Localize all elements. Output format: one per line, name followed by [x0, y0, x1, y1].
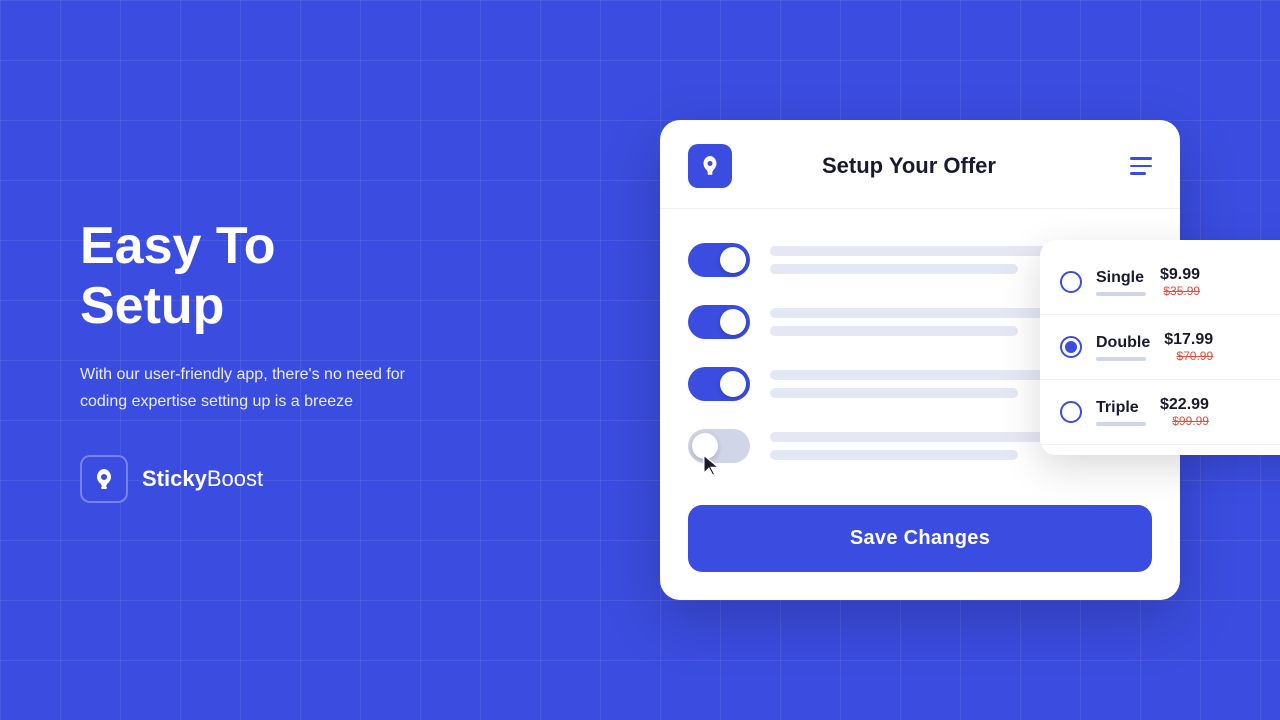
pricing-label-triple: Triple: [1096, 399, 1146, 426]
brand-name: StickyBoost: [142, 466, 263, 492]
pricing-sublabel: [1096, 422, 1146, 426]
placeholder-line: [770, 264, 1018, 274]
toggle-2[interactable]: [688, 305, 750, 339]
toggle-thumb-3: [720, 371, 746, 397]
radio-single: [1060, 271, 1082, 293]
save-changes-button[interactable]: Save Changes: [688, 505, 1152, 572]
pricing-sublabel: [1096, 357, 1146, 361]
brand-row: StickyBoost: [80, 455, 420, 503]
pricing-label-double: Double: [1096, 334, 1150, 361]
menu-line-1: [1130, 157, 1152, 160]
toggle-1[interactable]: [688, 243, 750, 277]
card-header: Setup Your Offer: [660, 120, 1180, 209]
radio-inner-double: [1065, 341, 1077, 353]
placeholder-line: [770, 388, 1018, 398]
placeholder-line: [770, 326, 1018, 336]
hero-desc: With our user-friendly app, there's no n…: [80, 361, 420, 415]
left-section: Easy ToSetup With our user-friendly app,…: [80, 217, 420, 503]
pricing-price-triple: $22.99 $99.99: [1160, 396, 1209, 428]
radio-triple: [1060, 401, 1082, 423]
brand-icon: [80, 455, 128, 503]
hero-title: Easy ToSetup: [80, 217, 420, 337]
toggle-thumb-2: [720, 309, 746, 335]
pricing-price-single: $9.99 $35.99: [1160, 266, 1200, 298]
card-title: Setup Your Offer: [732, 153, 1086, 179]
pricing-item-double[interactable]: Double $17.99 $70.99: [1040, 315, 1280, 380]
toggle-thumb-1: [720, 247, 746, 273]
pricing-item-triple[interactable]: Triple $22.99 $99.99: [1040, 380, 1280, 445]
app-logo: [688, 144, 732, 188]
menu-line-3: [1130, 172, 1146, 175]
menu-line-2: [1130, 165, 1152, 168]
toggle-thumb-4: [692, 433, 718, 459]
menu-button[interactable]: [1130, 157, 1152, 175]
toggle-4[interactable]: [688, 429, 750, 463]
toggle-3[interactable]: [688, 367, 750, 401]
pricing-sublabel: [1096, 292, 1146, 296]
pricing-label-single: Single: [1096, 269, 1146, 296]
radio-double: [1060, 336, 1082, 358]
pricing-popup: Single $9.99 $35.99 Double $17.99 $70.99: [1040, 240, 1280, 455]
pricing-item-single[interactable]: Single $9.99 $35.99: [1040, 250, 1280, 315]
placeholder-line: [770, 450, 1018, 460]
pricing-price-double: $17.99 $70.99: [1164, 331, 1213, 363]
main-card: Setup Your Offer: [660, 120, 1180, 600]
